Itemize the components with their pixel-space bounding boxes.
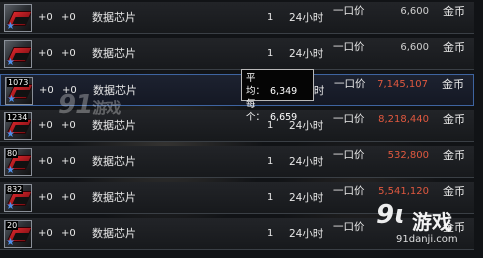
item-quantity: 832: [6, 185, 24, 194]
blue-star-icon: ★: [7, 94, 16, 105]
item-name: 数据芯片: [92, 11, 136, 24]
item-count: 1: [267, 192, 274, 203]
item-count: 1: [267, 156, 274, 167]
duration: 24小时: [289, 228, 324, 240]
watermark-logo: 9ɩ 游戏 91danji.com: [376, 200, 476, 252]
blue-star-icon: ★: [6, 165, 15, 176]
tooltip-each-value: 6,659: [270, 112, 298, 123]
price: 8,218,440: [378, 114, 429, 125]
tooltip-average-value: 6,349: [270, 86, 298, 97]
tooltip-each-label: 每个：: [246, 99, 266, 123]
duration: 24小时: [289, 156, 324, 168]
price: 6,600: [400, 42, 429, 53]
upgrade-a: +0: [39, 85, 54, 96]
price: 532,800: [387, 150, 429, 161]
watermark-logo-text: 游戏: [412, 210, 452, 234]
upgrade-a: +0: [38, 12, 53, 23]
price: 7,145,107: [377, 79, 428, 90]
blue-star-icon: ★: [6, 57, 15, 68]
item-name: 数据芯片: [92, 191, 136, 204]
blue-star-icon: ★: [6, 201, 15, 212]
item-name: 数据芯片: [92, 155, 136, 168]
sale-mode: 一口价: [333, 149, 365, 161]
item-name: 数据芯片: [92, 227, 136, 240]
price-tooltip: 平均： 6,349 每个： 6,659: [241, 69, 314, 123]
upgrade-a: +0: [38, 120, 53, 131]
auction-row[interactable]: ★ 80 +0 +0 数据芯片 1 24小时 一口价 532,800 金币: [0, 146, 474, 178]
price: 5,541,120: [378, 186, 429, 197]
duration: 24小时: [289, 48, 324, 60]
currency: 金币: [443, 41, 465, 54]
currency: 金币: [443, 5, 465, 18]
sale-mode: 一口价: [333, 185, 365, 197]
upgrade-b: +0: [61, 120, 76, 131]
item-quantity: 20: [6, 221, 19, 230]
sale-mode: 一口价: [333, 41, 365, 53]
watermark-logo-number: 9ɩ: [376, 200, 406, 230]
currency: 金币: [442, 78, 464, 91]
item-slot[interactable]: ★ 20: [4, 220, 32, 248]
item-quantity: 1073: [7, 78, 30, 87]
auction-row[interactable]: ★ +0 +0 数据芯片 1 24小时 一口价 6,600 金币: [0, 38, 474, 70]
sale-mode: 一口价: [333, 113, 365, 125]
currency: 金币: [443, 149, 465, 162]
item-count: 1: [267, 48, 274, 59]
upgrade-b: +0: [61, 228, 76, 239]
currency: 金币: [443, 185, 465, 198]
upgrade-b: +0: [61, 156, 76, 167]
item-slot[interactable]: ★: [4, 40, 32, 68]
upgrade-a: +0: [38, 156, 53, 167]
price: 6,600: [400, 6, 429, 17]
watermark-center: 91游戏: [58, 90, 121, 120]
upgrade-a: +0: [38, 228, 53, 239]
sale-mode: 一口价: [333, 5, 365, 17]
upgrade-b: +0: [61, 48, 76, 59]
item-slot[interactable]: ★ 832: [4, 184, 32, 212]
item-count: 1: [267, 12, 274, 23]
item-name: 数据芯片: [92, 47, 136, 60]
duration: 24小时: [289, 12, 324, 24]
tooltip-average-line: 平均： 6,349: [246, 72, 309, 98]
item-count: 1: [267, 228, 274, 239]
item-quantity: 1234: [6, 113, 29, 122]
item-name: 数据芯片: [92, 119, 136, 132]
duration: 24小时: [289, 192, 324, 204]
sale-mode: 一口价: [333, 221, 365, 233]
upgrade-b: +0: [61, 192, 76, 203]
item-slot[interactable]: ★: [4, 4, 32, 32]
auction-row[interactable]: ★ +0 +0 数据芯片 1 24小时 一口价 6,600 金币: [0, 2, 474, 34]
sale-mode: 一口价: [334, 78, 366, 90]
upgrade-b: +0: [61, 12, 76, 23]
item-slot[interactable]: ★ 1073: [5, 77, 33, 105]
watermark-site: 91danji.com: [396, 234, 458, 245]
currency: 金币: [443, 113, 465, 126]
blue-star-icon: ★: [6, 129, 15, 140]
item-slot[interactable]: ★ 1234: [4, 112, 32, 140]
blue-star-icon: ★: [6, 21, 15, 32]
tooltip-average-label: 平均：: [246, 73, 266, 97]
item-slot[interactable]: ★ 80: [4, 148, 32, 176]
upgrade-a: +0: [38, 192, 53, 203]
tooltip-each-line: 每个： 6,659: [246, 98, 309, 124]
upgrade-a: +0: [38, 48, 53, 59]
item-quantity: 80: [6, 149, 19, 158]
blue-star-icon: ★: [6, 237, 15, 248]
